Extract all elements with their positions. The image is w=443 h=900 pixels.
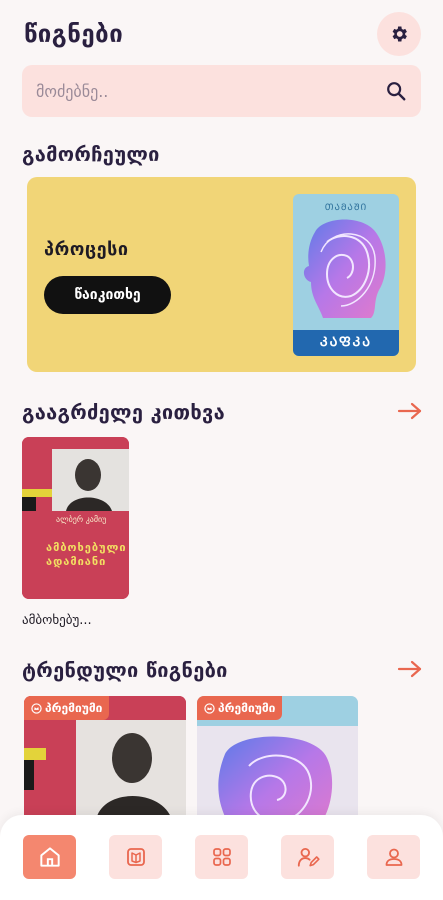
cover-author: ალბერ კამიუ — [56, 515, 107, 524]
crown-icon — [204, 702, 215, 714]
crown-icon — [31, 702, 42, 714]
badge-label: პრემიუმი — [45, 701, 103, 715]
page-title: წიგნები — [24, 20, 124, 48]
app-screen: წიგნები გამორჩეული პროცესი წაიკითხე ᲗᲐᲛᲐ… — [0, 0, 443, 900]
bottom-navigation — [0, 815, 443, 900]
premium-badge: პრემიუმი — [197, 696, 283, 720]
grid-icon — [212, 848, 231, 866]
header: წიგნები — [24, 12, 421, 56]
cover-title: ამბოხებული ადამიანი — [46, 541, 127, 568]
trending-section-title: ტრენდული წიგნები — [22, 658, 228, 682]
arrow-right-icon[interactable] — [397, 659, 423, 679]
search-input[interactable] — [36, 81, 383, 101]
arrow-right-icon[interactable] — [397, 401, 423, 421]
book-icon — [126, 848, 145, 866]
nav-books[interactable] — [109, 835, 162, 879]
featured-book-title: პროცესი — [44, 239, 129, 260]
gear-icon — [392, 26, 407, 42]
featured-section-title: გამორჩეული — [22, 142, 160, 166]
nav-home[interactable] — [23, 835, 76, 879]
nav-categories[interactable] — [195, 835, 248, 879]
featured-card[interactable]: პროცესი წაიკითხე ᲗᲐᲛᲐᲨᲘ ᲙᲐᲤᲙᲐ — [27, 177, 416, 372]
book-caption: ამბოხებუ... — [22, 613, 92, 628]
featured-book-cover[interactable]: ᲗᲐᲛᲐᲨᲘ ᲙᲐᲤᲙᲐ — [293, 194, 399, 356]
search-bar — [22, 65, 421, 117]
author-icon — [297, 847, 320, 867]
nav-profile[interactable] — [367, 835, 420, 879]
cover-bottom-label: ᲙᲐᲤᲙᲐ — [293, 330, 399, 356]
continue-reading-title: გააგრძელე კითხვა — [22, 400, 225, 424]
search-button[interactable] — [383, 78, 409, 104]
profile-icon — [385, 848, 402, 866]
home-icon — [39, 847, 60, 867]
settings-button[interactable] — [377, 12, 421, 56]
badge-label: პრემიუმი — [218, 701, 276, 715]
read-button[interactable]: წაიკითხე — [44, 276, 171, 314]
premium-badge: პრემიუმი — [24, 696, 110, 720]
search-icon — [387, 82, 406, 101]
nav-authors[interactable] — [281, 835, 334, 879]
continue-book-cover[interactable]: ალბერ კამიუ ამბოხებული ადამიანი — [22, 437, 129, 599]
